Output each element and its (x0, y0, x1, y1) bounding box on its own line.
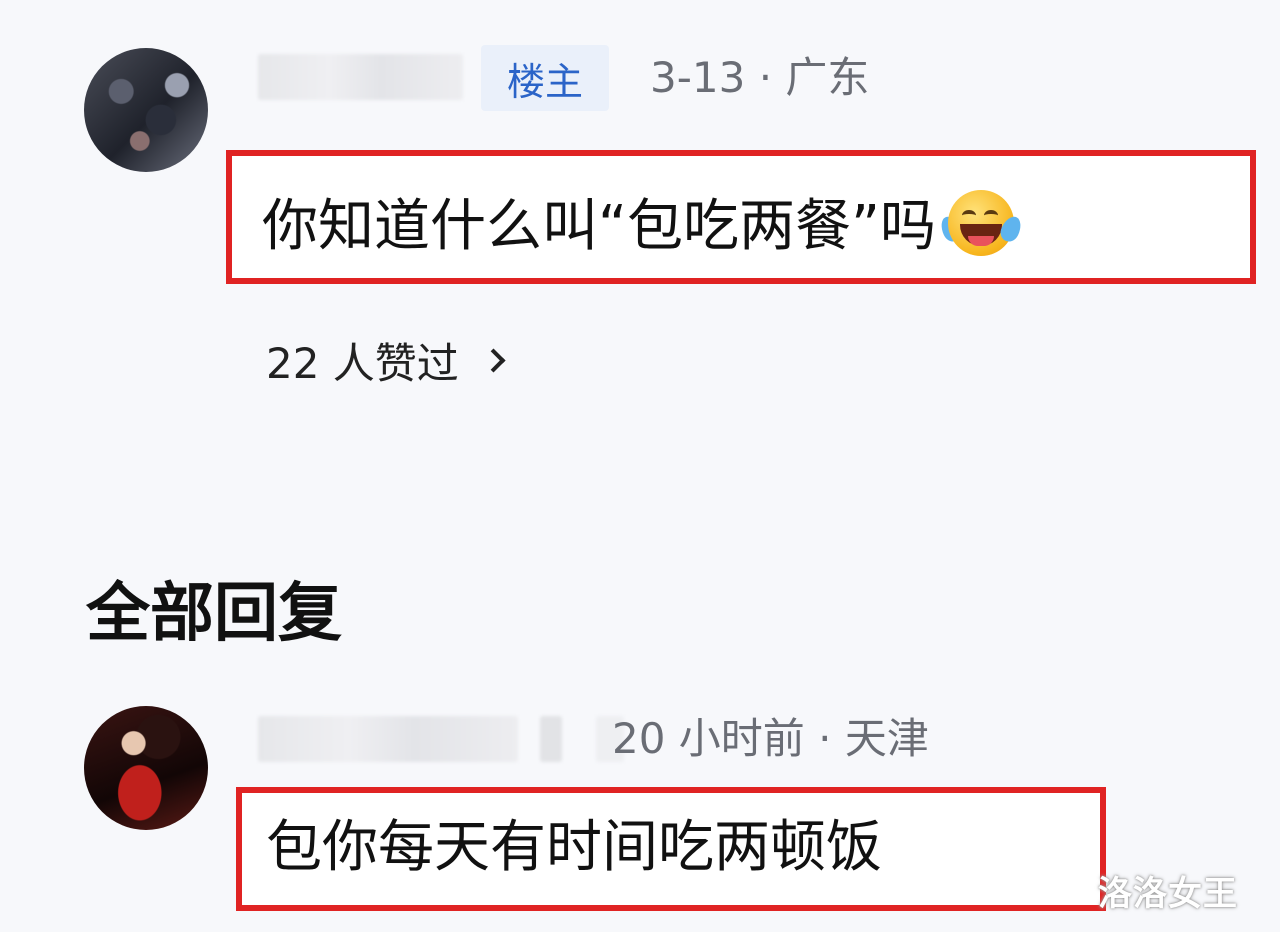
op-comment-body: 你知道什么叫“包吃两餐”吗 (262, 194, 937, 259)
all-replies-heading: 全部回复 (86, 577, 342, 651)
likes-count-label: 22 人赞过 (266, 339, 459, 388)
op-comment-text: 你知道什么叫“包吃两餐”吗 (262, 188, 1025, 266)
reply-username-redacted[interactable] (258, 716, 518, 762)
op-avatar[interactable] (84, 48, 208, 172)
meta-separator: · (758, 53, 773, 102)
op-comment-meta: 3-13 · 广东 (650, 57, 869, 99)
reply-username-redacted-fragment (540, 716, 562, 762)
op-comment-date: 3-13 (650, 53, 746, 102)
op-comment-location: 广东 (785, 53, 870, 102)
meta-separator: · (818, 714, 832, 763)
reply-text: 包你每天有时间吃两顿饭 (266, 815, 882, 880)
likes-link[interactable]: 22 人赞过 (266, 330, 506, 391)
chevron-right-icon (481, 348, 506, 373)
reply-time: 20 小时前 (612, 714, 805, 763)
watermark: 洛洛女王 (1098, 874, 1238, 914)
op-username-redacted[interactable] (258, 54, 463, 100)
reply-location: 天津 (844, 714, 929, 763)
reply-meta: 20 小时前 · 天津 (612, 718, 929, 760)
laughing-tears-emoji-icon (937, 188, 1025, 266)
reply-avatar[interactable] (84, 706, 208, 830)
op-badge: 楼主 (481, 45, 609, 111)
